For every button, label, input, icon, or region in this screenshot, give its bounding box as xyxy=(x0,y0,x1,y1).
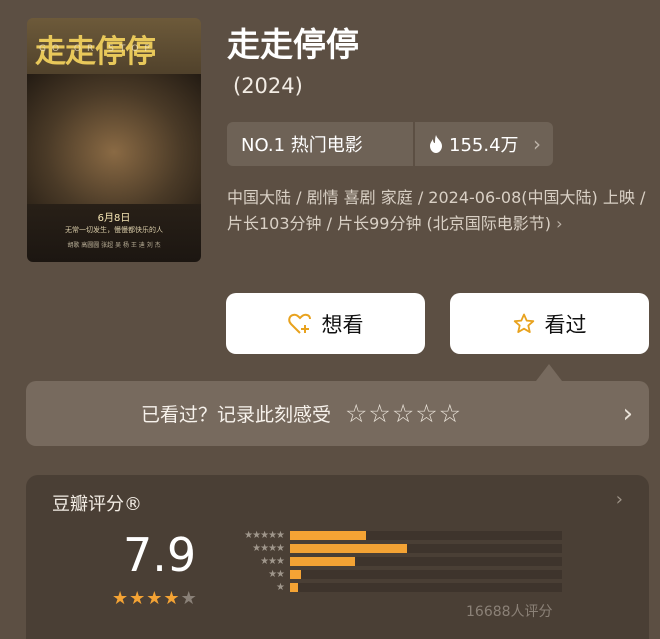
poster-subtitle: GO OR STOP xyxy=(39,44,156,54)
rating-count: 16688人评分 xyxy=(466,604,553,620)
watched-button[interactable]: 看过 xyxy=(450,293,649,354)
distribution-bar xyxy=(290,531,367,540)
seen-label: 看过 xyxy=(544,312,587,337)
distribution-bar xyxy=(290,557,356,566)
distribution-stars-icon: ★★★ xyxy=(260,556,285,567)
movie-meta[interactable]: 中国大陆 / 剧情 喜剧 家庭 / 2024-06-08(中国大陆) 上映 / … xyxy=(227,185,647,237)
douban-rating-card[interactable]: 豆瓣评分® › 7.9 ★★★★★ ★★★★★ ★★★★ ★★★ ★★ ★ 16688人… xyxy=(26,475,649,639)
meta-more-icon[interactable]: › xyxy=(556,214,562,233)
record-label: 已看过？记录此刻感受 xyxy=(141,404,332,426)
heat-value: 155.4万 xyxy=(449,135,519,156)
distribution-row: ★★★ xyxy=(222,555,562,568)
ranking-label: NO.1 热门电影 xyxy=(241,135,363,156)
poster-credits: 胡歌 高圆圆 张超 吴 杨 王 迪 刘 杰 xyxy=(67,242,161,249)
heat-indicator[interactable]: 155.4万 › xyxy=(413,122,553,166)
flame-icon xyxy=(430,135,442,153)
distribution-track xyxy=(290,531,562,540)
score-star-icon: ★ xyxy=(180,588,198,609)
movie-poster[interactable]: 走走停停 GO OR STOP 6月8日 无常一切发生，慢慢都快乐的人 胡歌 高… xyxy=(27,18,201,262)
score-star-icon: ★ xyxy=(129,588,147,609)
score-star-icon: ★ xyxy=(146,588,164,609)
distribution-row: ★★★★★ xyxy=(222,529,562,542)
ranking-bar[interactable]: NO.1 热门电影 155.4万 › xyxy=(227,122,553,166)
want-label: 想看 xyxy=(321,312,364,337)
movie-title: 走走停停 xyxy=(227,25,359,64)
rating-distribution: ★★★★★ ★★★★ ★★★ ★★ ★ xyxy=(222,529,562,594)
distribution-row: ★★ xyxy=(222,568,562,581)
rating-score: 7.9 xyxy=(123,528,197,582)
heart-plus-icon xyxy=(287,313,311,334)
distribution-track xyxy=(290,570,562,579)
distribution-bar xyxy=(290,570,301,579)
rating-stars-input[interactable]: ☆☆☆☆☆ xyxy=(345,399,462,428)
distribution-row: ★ xyxy=(222,581,562,594)
want-to-watch-button[interactable]: 想看 xyxy=(226,293,425,354)
distribution-track xyxy=(290,544,562,553)
distribution-bar xyxy=(290,583,299,592)
distribution-track xyxy=(290,583,562,592)
score-star-icon: ★ xyxy=(163,588,181,609)
distribution-stars-icon: ★★★★★ xyxy=(244,530,285,541)
rating-title: 豆瓣评分® xyxy=(52,494,142,515)
distribution-bar xyxy=(290,544,407,553)
chevron-right-icon: › xyxy=(615,489,623,510)
distribution-row: ★★★★ xyxy=(222,542,562,555)
distribution-track xyxy=(290,557,562,566)
movie-year: (2024) xyxy=(233,74,303,98)
poster-tagline: 无常一切发生，慢慢都快乐的人 xyxy=(65,226,163,234)
meta-text: 中国大陆 / 剧情 喜剧 家庭 / 2024-06-08(中国大陆) 上映 / … xyxy=(227,188,646,233)
star-outline-icon xyxy=(513,313,534,333)
distribution-stars-icon: ★★★★ xyxy=(252,543,285,554)
chevron-right-icon: › xyxy=(533,132,541,156)
poster-image xyxy=(27,74,201,204)
tooltip-caret xyxy=(536,364,562,381)
rating-stars: ★★★★★ xyxy=(112,588,198,609)
distribution-stars-icon: ★ xyxy=(276,582,285,593)
score-star-icon: ★ xyxy=(112,588,130,609)
chevron-right-icon: › xyxy=(622,398,633,429)
poster-date: 6月8日 xyxy=(97,213,131,224)
record-feeling-bar[interactable]: 已看过？记录此刻感受 ☆☆☆☆☆ › xyxy=(26,381,649,446)
distribution-stars-icon: ★★ xyxy=(268,569,285,580)
